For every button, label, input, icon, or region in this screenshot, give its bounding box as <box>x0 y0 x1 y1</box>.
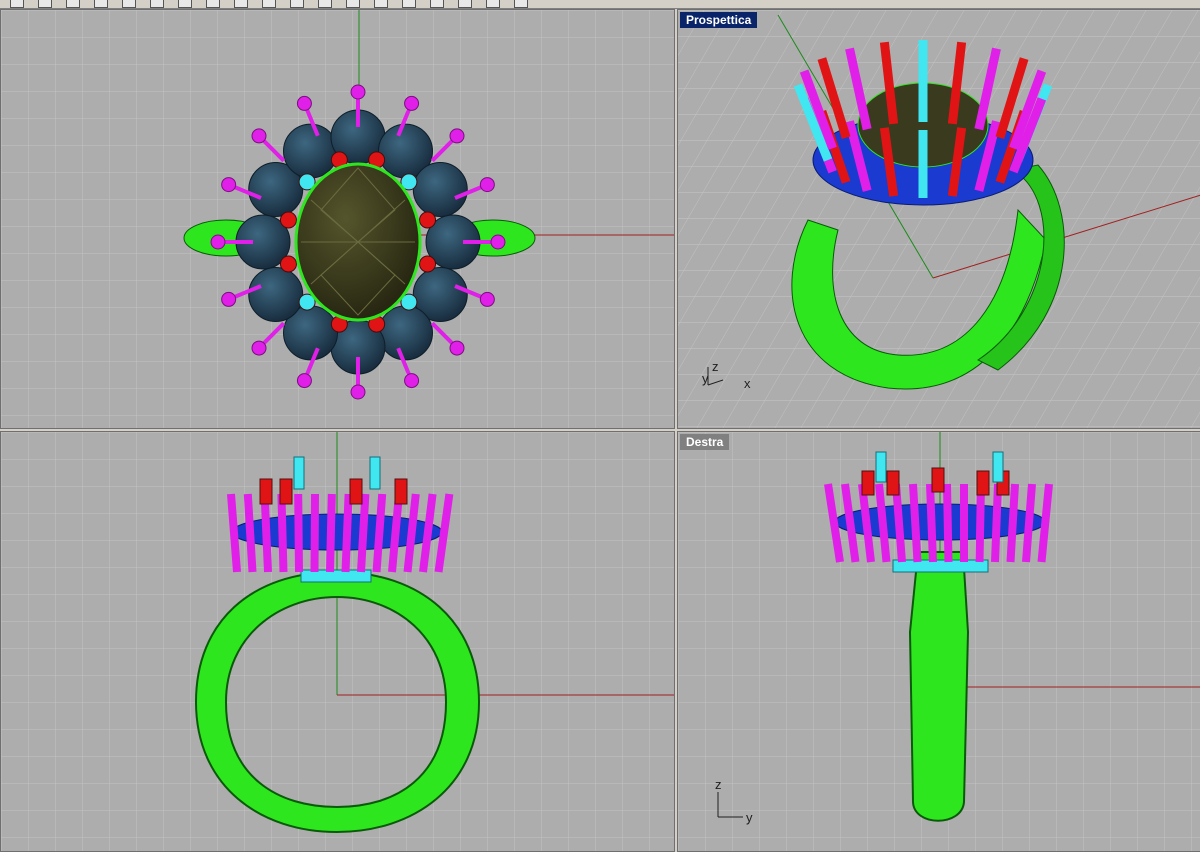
red-prong[interactable] <box>279 478 293 505</box>
prong[interactable] <box>294 493 303 573</box>
viewport-title-right[interactable]: Destra <box>680 434 730 450</box>
cut-icon[interactable] <box>122 0 136 8</box>
viewport-perspective[interactable]: Prospettica y z x <box>677 9 1200 429</box>
save-icon[interactable] <box>66 0 80 8</box>
print-icon[interactable] <box>94 0 108 8</box>
red-prong[interactable] <box>861 470 875 496</box>
copy-icon[interactable] <box>150 0 164 8</box>
axis-label-y: y <box>702 371 709 386</box>
prong-tip[interactable] <box>404 373 420 389</box>
top-view-canvas[interactable] <box>1 10 674 428</box>
prong[interactable] <box>310 493 319 573</box>
perspective-view-canvas[interactable]: y z x <box>678 10 1200 428</box>
side-stone[interactable] <box>248 267 304 322</box>
zoom-window-icon[interactable] <box>346 0 360 8</box>
prong-tip[interactable] <box>350 84 366 100</box>
cyan-prong[interactable] <box>992 451 1004 483</box>
prong[interactable] <box>372 493 387 573</box>
prong[interactable] <box>260 493 272 573</box>
zoom-extents-icon[interactable] <box>374 0 388 8</box>
prong-tip[interactable] <box>251 340 267 356</box>
help-icon[interactable] <box>514 0 528 8</box>
prong-tip[interactable] <box>210 234 226 250</box>
red-prong[interactable] <box>886 470 900 496</box>
viewport-front[interactable] <box>0 431 675 852</box>
axis-label-y: y <box>746 810 753 825</box>
prong[interactable] <box>357 493 370 573</box>
cyan-prong[interactable] <box>293 456 305 490</box>
gallery-base[interactable] <box>892 559 989 573</box>
red-prong[interactable] <box>259 478 273 505</box>
prong-tip[interactable] <box>479 291 495 307</box>
prong-tip[interactable] <box>449 340 465 356</box>
prong-tip[interactable] <box>296 95 312 111</box>
red-prong[interactable] <box>349 478 363 505</box>
right-view-canvas[interactable]: z y <box>678 432 1200 851</box>
red-prong[interactable] <box>931 467 945 493</box>
prong-tip[interactable] <box>221 177 237 193</box>
render-icon[interactable] <box>486 0 500 8</box>
layer-icon[interactable] <box>430 0 444 8</box>
red-prong[interactable] <box>279 255 297 273</box>
prong-tip[interactable] <box>479 177 495 193</box>
shank[interactable] <box>908 551 970 822</box>
prong-tip[interactable] <box>350 384 366 400</box>
prong-tip[interactable] <box>449 128 465 144</box>
viewport-title-perspective[interactable]: Prospettica <box>680 12 758 28</box>
axis-label-z: z <box>712 359 719 374</box>
new-icon[interactable] <box>10 0 24 8</box>
viewport-top[interactable] <box>0 9 675 429</box>
rotate-icon[interactable] <box>290 0 304 8</box>
properties-icon[interactable] <box>458 0 472 8</box>
prong[interactable] <box>243 493 257 573</box>
red-prong[interactable] <box>419 211 437 229</box>
cyan-prong[interactable] <box>875 451 887 483</box>
axis-label-x: x <box>744 376 751 391</box>
toolbar <box>0 0 1200 9</box>
prong[interactable] <box>926 483 937 563</box>
red-prong[interactable] <box>394 478 408 505</box>
red-prong[interactable] <box>976 470 990 496</box>
prong-tip[interactable] <box>251 128 267 144</box>
prong[interactable] <box>975 483 985 563</box>
prong[interactable] <box>991 483 1002 563</box>
side-stone[interactable] <box>412 162 468 217</box>
front-view-canvas[interactable] <box>1 432 674 851</box>
prong[interactable] <box>909 483 922 563</box>
redo-icon[interactable] <box>234 0 248 8</box>
side-stone[interactable] <box>283 123 338 179</box>
prong[interactable] <box>1006 483 1019 563</box>
prong[interactable] <box>341 493 353 573</box>
axis-label-z: z <box>715 777 722 792</box>
red-prong[interactable] <box>279 211 297 229</box>
red-prong[interactable] <box>419 255 437 273</box>
zoom-icon[interactable] <box>318 0 332 8</box>
pan-icon[interactable] <box>262 0 276 8</box>
paste-icon[interactable] <box>178 0 192 8</box>
open-icon[interactable] <box>38 0 52 8</box>
prong[interactable] <box>943 483 953 563</box>
prong[interactable] <box>277 493 288 573</box>
prong[interactable] <box>326 493 336 573</box>
prong-tip[interactable] <box>490 234 506 250</box>
select-icon[interactable] <box>402 0 416 8</box>
undo-icon[interactable] <box>206 0 220 8</box>
viewport-right[interactable]: Destra z y <box>677 431 1200 852</box>
cyan-prong[interactable] <box>369 456 381 490</box>
prong-tip[interactable] <box>296 373 312 389</box>
prong-tip[interactable] <box>221 291 237 307</box>
prong-tip[interactable] <box>404 95 420 111</box>
side-stone[interactable] <box>378 305 433 361</box>
